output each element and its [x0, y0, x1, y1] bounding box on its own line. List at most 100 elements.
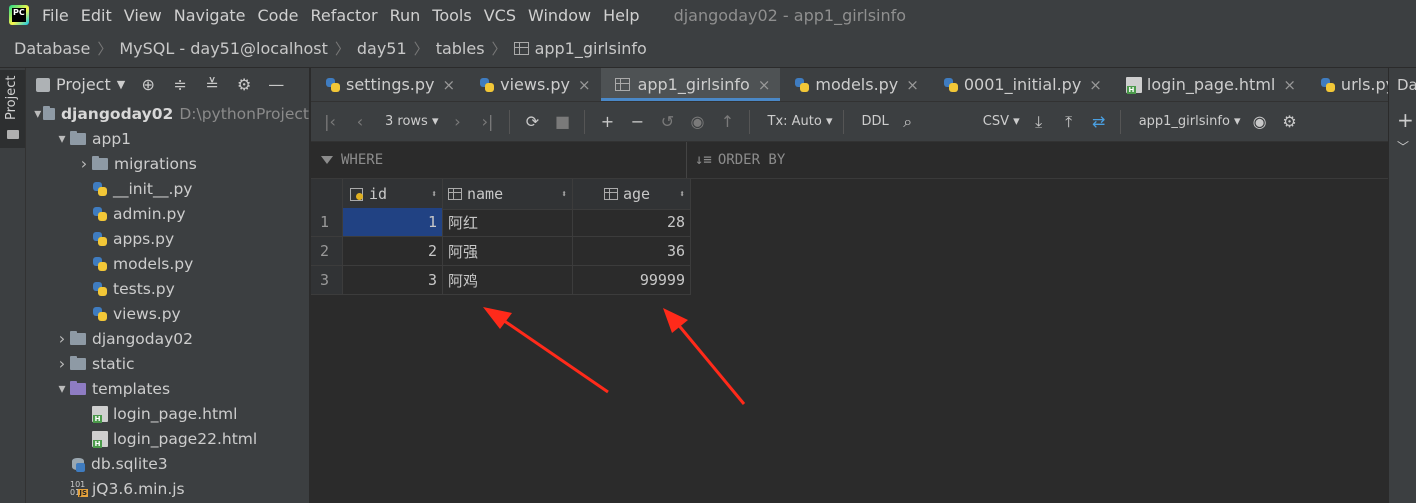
minimize-icon[interactable]: — — [267, 75, 285, 94]
tree-item[interactable]: › djangoday02 — [26, 326, 309, 351]
close-icon[interactable]: × — [443, 76, 456, 94]
tree-item[interactable]: tests.py — [26, 276, 309, 301]
chevron-right-icon[interactable]: › — [76, 154, 92, 173]
tree-item[interactable]: › static — [26, 351, 309, 376]
tree-item[interactable]: ▾ templates — [26, 376, 309, 401]
tree-item[interactable]: db.sqlite3 — [26, 451, 309, 476]
search-icon[interactable]: ⌕ — [897, 112, 919, 132]
preview-changes-icon[interactable]: ◉ — [687, 112, 709, 131]
add-row-icon[interactable]: + — [597, 112, 619, 131]
gear-icon[interactable]: ⚙ — [1279, 112, 1301, 131]
breadcrumb-connection[interactable]: MySQL - day51@localhost — [119, 39, 328, 58]
sort-toggle-icon[interactable]: ⬍ — [679, 189, 685, 200]
tree-item[interactable]: admin.py — [26, 201, 309, 226]
ddl-button[interactable]: DDL — [862, 114, 889, 129]
close-icon[interactable]: × — [906, 76, 919, 94]
close-icon[interactable]: × — [758, 76, 771, 94]
editor-tab[interactable]: urls.py× — [1306, 68, 1388, 101]
column-header-age[interactable]: age ⬍ — [573, 179, 691, 210]
cell-id[interactable]: 3 — [343, 266, 443, 295]
menu-code[interactable]: Code — [258, 6, 299, 25]
order-by-field[interactable]: ↓≡ ORDER BY — [687, 142, 785, 178]
export-format-selector[interactable]: CSV ▾ — [983, 114, 1020, 129]
editor-tab[interactable]: settings.py × — [311, 68, 465, 101]
tree-item[interactable]: ▾ app1 — [26, 126, 309, 151]
menu-refactor[interactable]: Refactor — [310, 6, 377, 25]
tree-item[interactable]: login_page22.html — [26, 426, 309, 451]
project-view-selector[interactable]: Project — [56, 75, 111, 94]
editor-tab[interactable]: login_page.html × — [1112, 68, 1306, 101]
last-page-icon[interactable]: ›| — [477, 112, 499, 131]
editor-tab[interactable]: app1_girlsinfo × — [600, 68, 781, 101]
tree-item[interactable]: › migrations — [26, 151, 309, 176]
breadcrumb-table[interactable]: app1_girlsinfo — [535, 39, 647, 58]
locate-target-icon[interactable]: ⊕ — [139, 75, 157, 94]
sort-toggle-icon[interactable]: ⬍ — [561, 189, 567, 200]
gear-icon[interactable]: ⚙ — [235, 75, 253, 94]
table-selector[interactable]: app1_girlsinfo ▾ — [1139, 114, 1241, 129]
close-icon[interactable]: × — [1283, 76, 1296, 94]
first-page-icon[interactable]: |‹ — [319, 112, 341, 131]
tree-item[interactable]: models.py — [26, 251, 309, 276]
column-header-name[interactable]: name ⬍ — [443, 179, 573, 210]
table-row[interactable]: 3 3 阿鸡 99999 — [311, 266, 691, 295]
where-filter-field[interactable]: WHERE — [311, 142, 687, 178]
database-panel-title[interactable]: Da — [1397, 76, 1416, 94]
cell-age[interactable]: 99999 — [573, 266, 691, 295]
cell-name[interactable]: 阿鸡 — [443, 266, 573, 295]
close-icon[interactable]: × — [578, 76, 591, 94]
upload-icon[interactable]: ⤒ — [1058, 112, 1080, 132]
menu-window[interactable]: Window — [528, 6, 591, 25]
chevron-down-icon[interactable]: ▾ — [54, 381, 70, 397]
menu-edit[interactable]: Edit — [81, 6, 112, 25]
menu-navigate[interactable]: Navigate — [174, 6, 246, 25]
add-icon[interactable]: + — [1397, 108, 1414, 132]
table-row[interactable]: 1 1 阿红 28 — [311, 208, 691, 237]
editor-tab[interactable]: 0001_initial.py × — [929, 68, 1112, 101]
next-page-icon[interactable]: › — [447, 112, 469, 131]
cell-name[interactable]: 阿红 — [443, 208, 573, 237]
menu-view[interactable]: View — [124, 6, 162, 25]
refresh-icon[interactable]: ⟳ — [522, 112, 544, 131]
editor-tab[interactable]: models.py × — [780, 68, 928, 101]
column-header-id[interactable]: id ⬍ — [343, 179, 443, 210]
previous-page-icon[interactable]: ‹ — [349, 112, 371, 131]
tree-item[interactable]: ▾ djangoday02 D:\pythonProject — [26, 101, 309, 126]
breadcrumb-database[interactable]: Database — [14, 39, 90, 58]
table-row[interactable]: 2 2 阿强 36 — [311, 237, 691, 266]
chevron-down-icon[interactable]: ▼ — [117, 78, 125, 91]
tree-item[interactable]: views.py — [26, 301, 309, 326]
editor-tab[interactable]: views.py × — [465, 68, 600, 101]
cell-age[interactable]: 28 — [573, 208, 691, 237]
tree-item[interactable]: login_page.html — [26, 401, 309, 426]
breadcrumb-tables[interactable]: tables — [436, 39, 485, 58]
cell-id[interactable]: 1 — [343, 208, 443, 237]
project-tool-tab[interactable]: Project — [0, 70, 25, 148]
download-icon[interactable]: ⤓ — [1028, 112, 1050, 132]
compare-icon[interactable]: ⇄ — [1088, 112, 1110, 131]
close-icon[interactable]: × — [1089, 76, 1102, 94]
menu-run[interactable]: Run — [390, 6, 421, 25]
submit-icon[interactable]: ↑ — [717, 112, 739, 131]
cell-age[interactable]: 36 — [573, 237, 691, 266]
stop-icon[interactable]: ■ — [552, 112, 574, 131]
delete-row-icon[interactable]: − — [627, 112, 649, 131]
revert-icon[interactable]: ↺ — [657, 112, 679, 131]
menu-vcs[interactable]: VCS — [484, 6, 516, 25]
chevron-down-icon[interactable]: ▾ — [54, 131, 70, 147]
tree-item[interactable]: apps.py — [26, 226, 309, 251]
cell-id[interactable]: 2 — [343, 237, 443, 266]
view-eye-icon[interactable]: ◉ — [1249, 112, 1271, 131]
rows-count-selector[interactable]: 3 rows ▾ — [385, 114, 439, 129]
chevron-down-icon[interactable]: ﹀ — [1397, 138, 1409, 155]
menu-help[interactable]: Help — [603, 6, 639, 25]
transaction-mode-selector[interactable]: Tx: Auto ▾ — [768, 114, 833, 129]
sort-toggle-icon[interactable]: ⬍ — [431, 189, 437, 200]
expand-all-icon[interactable]: ≑ — [171, 75, 189, 94]
chevron-right-icon[interactable]: › — [54, 329, 70, 348]
chevron-down-icon[interactable]: ▾ — [32, 106, 43, 122]
menu-tools[interactable]: Tools — [432, 6, 471, 25]
cell-name[interactable]: 阿强 — [443, 237, 573, 266]
tree-item[interactable]: __init__.py — [26, 176, 309, 201]
chevron-right-icon[interactable]: › — [54, 354, 70, 373]
